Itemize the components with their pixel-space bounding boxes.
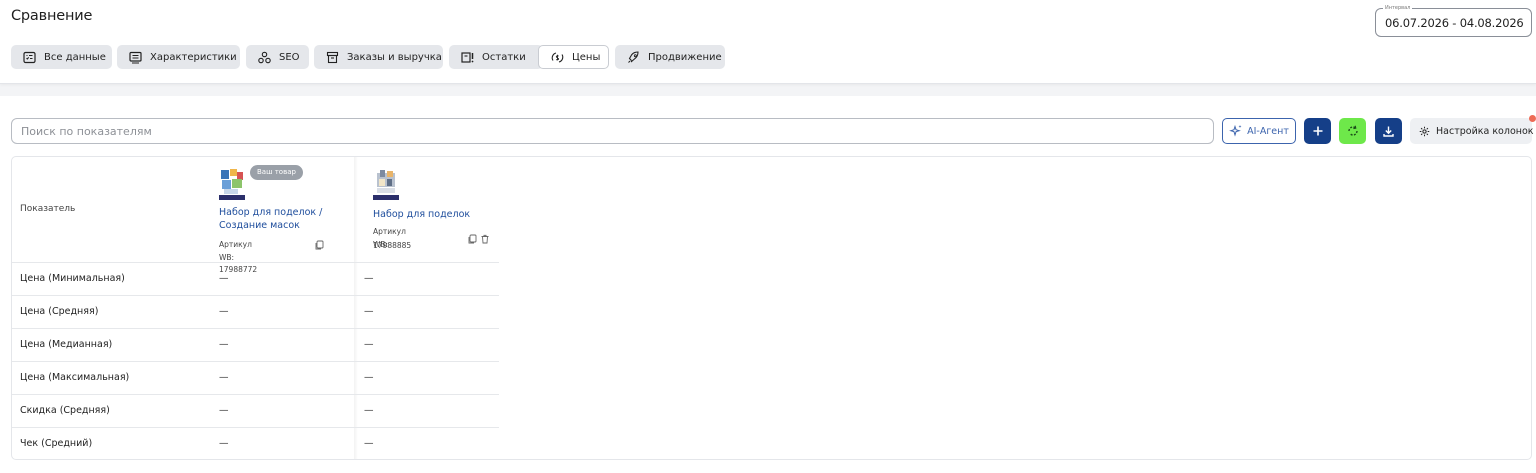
metric-value: — — [219, 306, 229, 317]
metric-value: — — [219, 372, 229, 383]
metric-value: — — [219, 273, 229, 284]
ai-agent-button[interactable]: AI-Агент — [1222, 118, 1296, 144]
add-product-button[interactable] — [1304, 118, 1331, 144]
metric-label: Чек (Средний) — [20, 438, 93, 449]
metric-value: — — [364, 306, 374, 317]
metric-value: — — [364, 273, 374, 284]
refresh-button[interactable] — [1339, 118, 1366, 144]
metric-value: — — [364, 405, 374, 416]
table-row: Скидка (Средняя) — — — [12, 394, 499, 427]
metric-value: — — [219, 405, 229, 416]
table-row: Цена (Минимальная) — — — [12, 262, 499, 295]
tab-seo[interactable]: SEO — [246, 45, 309, 69]
tab-label: Характеристики — [150, 51, 237, 63]
data-list-icon — [23, 51, 36, 64]
table-row: Цена (Максимальная) — — — [12, 361, 499, 394]
tab-label: Остатки — [482, 51, 526, 63]
search-input[interactable] — [11, 118, 1214, 144]
refresh-icon — [1346, 124, 1360, 138]
copy-icon[interactable] — [314, 240, 324, 250]
table-row: Чек (Средний) — — — [12, 427, 499, 459]
tab-label: Заказы и выручка — [347, 51, 442, 63]
comparison-table: Показатель Ваш товар Набор для поделок /… — [11, 156, 1532, 460]
tab-label: SEO — [279, 51, 300, 63]
product-sku-number: 17988885 — [373, 241, 412, 250]
comparison-panel: AI-Агент Настройка колонок Показатель — [0, 96, 1536, 473]
column-settings-button[interactable]: Настройка колонок — [1410, 118, 1534, 144]
orders-box-icon — [326, 51, 339, 64]
metric-label: Цена (Максимальная) — [20, 372, 130, 383]
metric-column-header: Показатель — [20, 204, 76, 214]
page-title: Сравнение — [11, 8, 93, 24]
metric-value: — — [364, 438, 374, 449]
ai-agent-label: AI-Агент — [1247, 125, 1289, 137]
metric-label: Цена (Медианная) — [20, 339, 113, 350]
rocket-icon — [627, 50, 640, 64]
metric-value: — — [219, 438, 229, 449]
download-button[interactable] — [1375, 118, 1402, 144]
column-settings-label: Настройка колонок — [1436, 125, 1534, 137]
tab-label: Все данные — [44, 51, 106, 63]
metric-label: Скидка (Средняя) — [20, 405, 110, 416]
trash-icon[interactable] — [480, 234, 490, 244]
seo-icon — [258, 51, 271, 64]
tab-specs[interactable]: Характеристики — [117, 45, 240, 69]
your-product-badge: Ваш товар — [250, 165, 303, 180]
interval-value: 06.07.2026 - 04.08.2026 — [1385, 16, 1524, 30]
metric-value: — — [364, 339, 374, 350]
tab-promotion[interactable]: Продвижение — [615, 45, 725, 69]
interval-label: Интервал — [1383, 4, 1413, 12]
metric-value: — — [364, 372, 374, 383]
table-row: Цена (Медианная) — — — [12, 328, 499, 361]
metric-label: Цена (Средняя) — [20, 306, 99, 317]
tab-label: Продвижение — [648, 51, 722, 63]
copy-icon[interactable] — [467, 234, 477, 244]
price-icon — [551, 51, 564, 64]
specs-icon — [129, 51, 142, 64]
table-row: Цена (Средняя) — — — [12, 295, 499, 328]
interval-picker[interactable]: Интервал 06.07.2026 - 04.08.2026 — [1375, 4, 1532, 37]
tab-stock[interactable]: Остатки — [449, 45, 543, 69]
tab-label: Цены — [572, 51, 601, 63]
metric-value: — — [219, 339, 229, 350]
tab-prices[interactable]: Цены — [538, 45, 609, 69]
tab-all-data[interactable]: Все данные — [11, 45, 112, 69]
sparkle-icon — [1229, 124, 1243, 138]
metric-label: Цена (Минимальная) — [20, 273, 125, 284]
notification-dot — [1529, 115, 1536, 122]
plus-icon — [1312, 125, 1324, 137]
stock-icon — [461, 51, 474, 64]
product-thumbnail[interactable] — [373, 167, 399, 201]
gear-icon — [1419, 126, 1430, 137]
header-panel: Сравнение Интервал 06.07.2026 - 04.08.20… — [0, 0, 1536, 84]
product-name-link[interactable]: Набор для поделок / Создание масок — [219, 207, 344, 232]
product-thumbnail[interactable] — [219, 167, 245, 201]
product-name-link[interactable]: Набор для поделок — [373, 209, 498, 222]
tab-orders-revenue[interactable]: Заказы и выручка — [314, 45, 443, 69]
download-icon — [1382, 125, 1395, 138]
